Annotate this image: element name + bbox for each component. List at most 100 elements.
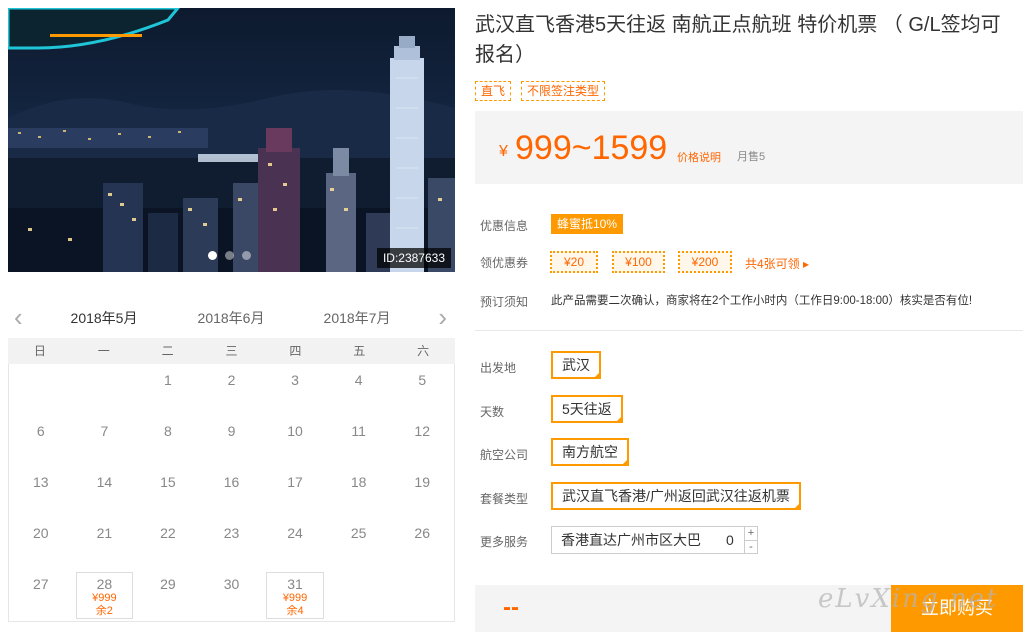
day-number: 28 (96, 576, 113, 592)
calendar-day[interactable]: 30 (200, 568, 264, 621)
day-number: 30 (223, 576, 240, 592)
calendar-day[interactable]: 23 (200, 517, 264, 568)
day-number: 8 (164, 423, 172, 439)
calendar-grid: 1 2 3 4 5 6 7 8 9 10 11 12 13 14 15 16 17 18 19 20 21 22 23 24 2… (8, 364, 455, 622)
image-id-label: ID:2387633 (376, 248, 451, 268)
day-remaining: 余2 (95, 605, 113, 617)
calendar-day[interactable]: 7 (73, 415, 137, 466)
day-price: ¥999 (282, 592, 308, 604)
price-explain-link[interactable]: 价格说明 (677, 149, 721, 165)
calendar-day[interactable]: 27 (9, 568, 73, 621)
more-coupons-link[interactable]: 共4张可领 ▸ (745, 255, 809, 272)
calendar-day[interactable]: 11 (327, 415, 391, 466)
calendar-day[interactable]: 17 (263, 466, 327, 517)
calendar-day[interactable]: 22 (136, 517, 200, 568)
weekday-label: 四 (289, 344, 302, 358)
day-number: 15 (160, 474, 176, 490)
service-quantity-input[interactable]: 0 (726, 527, 734, 553)
month-tab-june[interactable]: 2018年6月 (185, 308, 277, 328)
increment-button[interactable]: + (745, 527, 757, 540)
month-tab-may[interactable]: 2018年5月 (58, 308, 150, 328)
day-number: 13 (32, 474, 49, 490)
day-number: 2 (227, 372, 236, 388)
calendar-day[interactable]: 24 (263, 517, 327, 568)
day-number: 4 (354, 372, 363, 388)
package-label: 套餐类型 (480, 492, 529, 506)
departure-label: 出发地 (480, 361, 517, 375)
day-number: 31 (287, 576, 303, 592)
weekday-label: 一 (97, 344, 110, 358)
day-number: 1 (164, 372, 172, 388)
day-number: 21 (96, 525, 113, 541)
package-option[interactable]: 武汉直飞香港/广州返回武汉往返机票 (551, 482, 801, 510)
total-price: -- (503, 594, 519, 621)
calendar-day[interactable]: 2 (200, 364, 264, 415)
day-number: 29 (160, 576, 176, 592)
calendar-day[interactable]: 16 (200, 466, 264, 517)
calendar-day[interactable]: 18 (327, 466, 391, 517)
calendar-day[interactable]: 20 (9, 517, 73, 568)
departure-option[interactable]: 武汉 (551, 351, 601, 379)
coupon-200[interactable]: ¥200 (678, 251, 732, 273)
day-remaining: 余4 (286, 605, 304, 617)
calendar-day[interactable]: 26 (390, 517, 454, 568)
selected-month-underline (50, 34, 142, 37)
calendar-day[interactable]: 9 (200, 415, 264, 466)
product-photo[interactable]: ID:2387633 (8, 8, 455, 272)
calendar-day[interactable]: 21 (73, 517, 137, 568)
weekday-label: 六 (417, 344, 430, 358)
tag-visa-type: 不限签注类型 (521, 81, 606, 101)
day-number: 5 (418, 372, 427, 388)
carousel-dot[interactable] (225, 251, 234, 260)
calendar-day[interactable]: 28 ¥999 余2 (75, 572, 134, 619)
booking-notice-text: 此产品需要二次确认，商家将在2个工作小时内（工作日9:00-18:00）核实是否… (551, 295, 973, 307)
extra-service-selector: 香港直达广州市区大巴 0 + - (551, 526, 758, 554)
calendar-month-nav: ‹ 2018年5月 2018年6月 2018年7月 › (8, 300, 455, 338)
coupon-100[interactable]: ¥100 (612, 251, 665, 273)
carousel-dot[interactable] (208, 251, 217, 260)
calendar-day[interactable]: 10 (263, 415, 327, 466)
airline-option[interactable]: 南方航空 (551, 438, 629, 466)
day-number: 23 (223, 525, 240, 541)
weekday-label: 三 (225, 344, 238, 358)
calendar-day[interactable]: 15 (136, 466, 200, 517)
calendar-day[interactable]: 14 (73, 466, 137, 517)
day-number: 14 (96, 474, 113, 490)
calendar-day[interactable]: 8 (136, 415, 200, 466)
weekday-label: 二 (161, 344, 174, 358)
calendar-empty-cell (9, 364, 73, 415)
product-title: 武汉直飞香港5天往返 南航正点航班 特价机票 （ G/L签均可报名） (475, 14, 1001, 66)
calendar-day[interactable]: 4 (327, 364, 391, 415)
calendar-day[interactable]: 31 ¥999 余4 (266, 572, 324, 619)
decrement-button[interactable]: - (745, 540, 757, 553)
day-number: 10 (287, 423, 303, 439)
day-number: 12 (414, 423, 430, 439)
product-tags: 直飞 不限签注类型 (475, 81, 606, 101)
day-number: 20 (32, 525, 49, 541)
chevron-left-icon[interactable]: ‹ (14, 302, 23, 332)
calendar-day[interactable]: 25 (327, 517, 391, 568)
calendar-day[interactable]: 13 (9, 466, 73, 517)
section-divider (475, 330, 1023, 331)
weekday-label: 日 (33, 344, 46, 358)
calendar-day[interactable]: 5 (390, 364, 454, 415)
month-tab-july[interactable]: 2018年7月 (311, 308, 403, 328)
calendar-weekday-header: 日 一 二 三 四 五 六 (8, 338, 455, 364)
day-number: 7 (100, 423, 109, 439)
calendar-day[interactable]: 6 (9, 415, 73, 466)
day-number: 6 (36, 423, 45, 439)
carousel-dot[interactable] (242, 251, 251, 260)
calendar-day[interactable]: 3 (263, 364, 327, 415)
calendar-day[interactable]: 12 (390, 415, 454, 466)
day-number: 19 (414, 474, 430, 490)
calendar-day[interactable]: 29 (136, 568, 200, 621)
weekday-label: 五 (353, 344, 366, 358)
coupon-20[interactable]: ¥20 (550, 251, 598, 273)
day-number: 16 (223, 474, 240, 490)
calendar-day[interactable]: 19 (390, 466, 454, 517)
promo-badge: 蜂蜜抵10% (551, 214, 624, 234)
day-number: 25 (350, 525, 367, 541)
calendar-day[interactable]: 1 (136, 364, 200, 415)
chevron-right-icon[interactable]: › (438, 302, 447, 332)
days-option[interactable]: 5天往返 (551, 395, 623, 423)
